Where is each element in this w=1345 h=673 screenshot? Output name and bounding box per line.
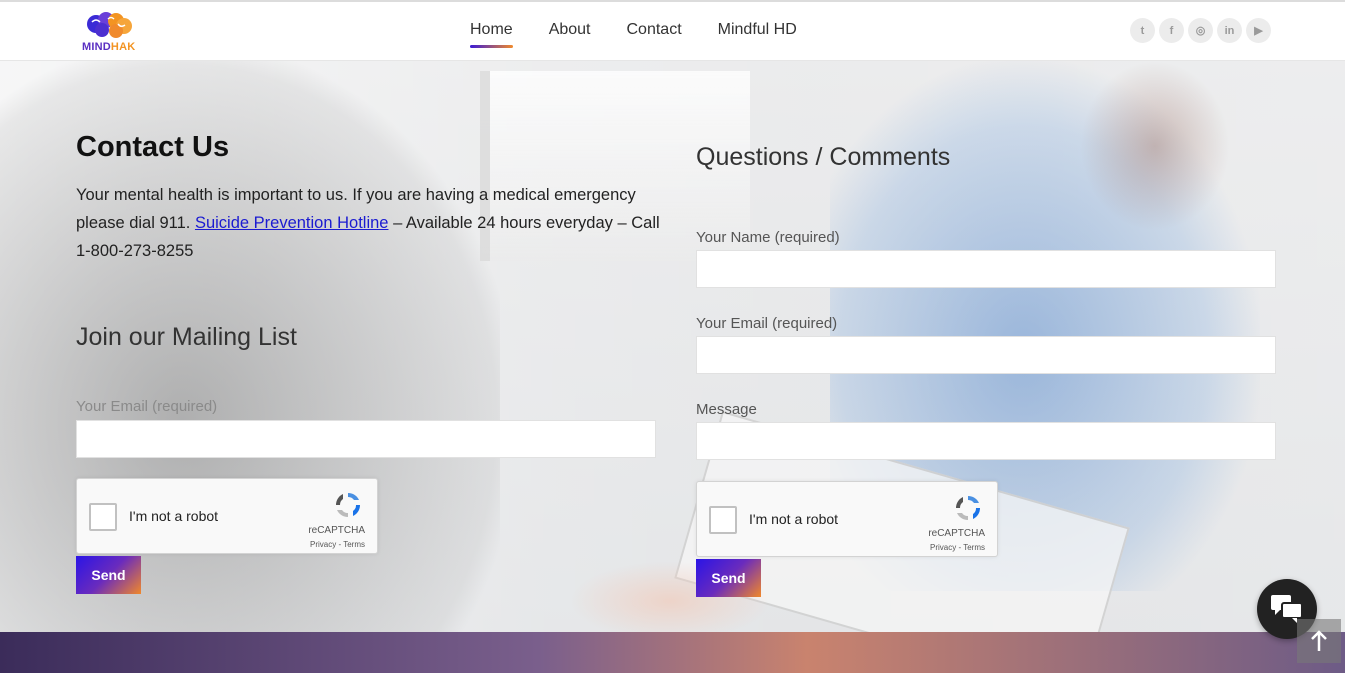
questions-recaptcha: I'm not a robot reCAPTCHA Privacy - Term… <box>696 481 998 557</box>
mailing-title: Join our Mailing List <box>76 323 297 351</box>
hotline-link[interactable]: Suicide Prevention Hotline <box>195 214 389 232</box>
nav-mindful-hd[interactable]: Mindful HD <box>700 2 815 60</box>
brain-logo-icon <box>87 12 132 38</box>
nav-contact[interactable]: Contact <box>609 2 700 60</box>
recaptcha-links[interactable]: Privacy - Terms <box>930 543 985 552</box>
back-to-top-button[interactable] <box>1297 619 1341 663</box>
site-header: MINDHAK Home About Contact Mindful HD t … <box>0 2 1345 61</box>
recaptcha-text: I'm not a robot <box>129 508 219 524</box>
recaptcha-checkbox[interactable] <box>89 503 117 531</box>
recaptcha-brand: reCAPTCHA <box>928 528 985 539</box>
mailing-email-input[interactable] <box>76 420 656 458</box>
questions-email-label: Your Email (required) <box>696 315 838 332</box>
questions-send-button[interactable]: Send <box>696 559 761 597</box>
logo-text-mind: MIND <box>82 41 111 53</box>
logo-wordmark: MINDHAK <box>82 41 135 53</box>
recaptcha-icon <box>955 495 981 521</box>
name-input[interactable] <box>696 250 1276 288</box>
mailing-email-label: Your Email (required) <box>76 398 218 415</box>
mailing-send-button[interactable]: Send <box>76 556 141 594</box>
facebook-icon[interactable]: f <box>1159 18 1184 43</box>
social-links: t f ◎ in ▶ <box>1130 18 1271 43</box>
contact-info: Contact Us Your mental health is importa… <box>76 131 660 265</box>
recaptcha-links[interactable]: Privacy - Terms <box>310 540 365 549</box>
linkedin-icon[interactable]: in <box>1217 18 1242 43</box>
recaptcha-text: I'm not a robot <box>749 511 839 527</box>
questions-title: Questions / Comments <box>696 143 951 171</box>
arrow-up-icon <box>1311 630 1327 651</box>
nav-about[interactable]: About <box>531 2 609 60</box>
logo-text-hak: HAK <box>110 41 136 53</box>
main-nav: Home About Contact Mindful HD <box>470 2 815 60</box>
recaptcha-brand: reCAPTCHA <box>308 525 365 536</box>
message-input[interactable] <box>696 422 1276 460</box>
youtube-icon[interactable]: ▶ <box>1246 18 1271 43</box>
name-label: Your Name (required) <box>696 229 840 246</box>
questions-email-input[interactable] <box>696 336 1276 374</box>
recaptcha-icon <box>335 492 361 518</box>
contact-hero: Contact Us Your mental health is importa… <box>0 61 1345 632</box>
background-photo-head <box>1080 61 1230 231</box>
contact-title: Contact Us <box>76 131 230 163</box>
nav-home[interactable]: Home <box>470 2 531 60</box>
footer-sunset-image <box>0 632 1345 673</box>
mindhak-logo[interactable]: MINDHAK <box>82 10 142 56</box>
mailing-recaptcha: I'm not a robot reCAPTCHA Privacy - Term… <box>76 478 378 554</box>
twitter-icon[interactable]: t <box>1130 18 1155 43</box>
contact-intro: Your mental health is important to us. I… <box>76 181 666 265</box>
instagram-icon[interactable]: ◎ <box>1188 18 1213 43</box>
recaptcha-checkbox[interactable] <box>709 506 737 534</box>
message-label: Message <box>696 401 757 418</box>
